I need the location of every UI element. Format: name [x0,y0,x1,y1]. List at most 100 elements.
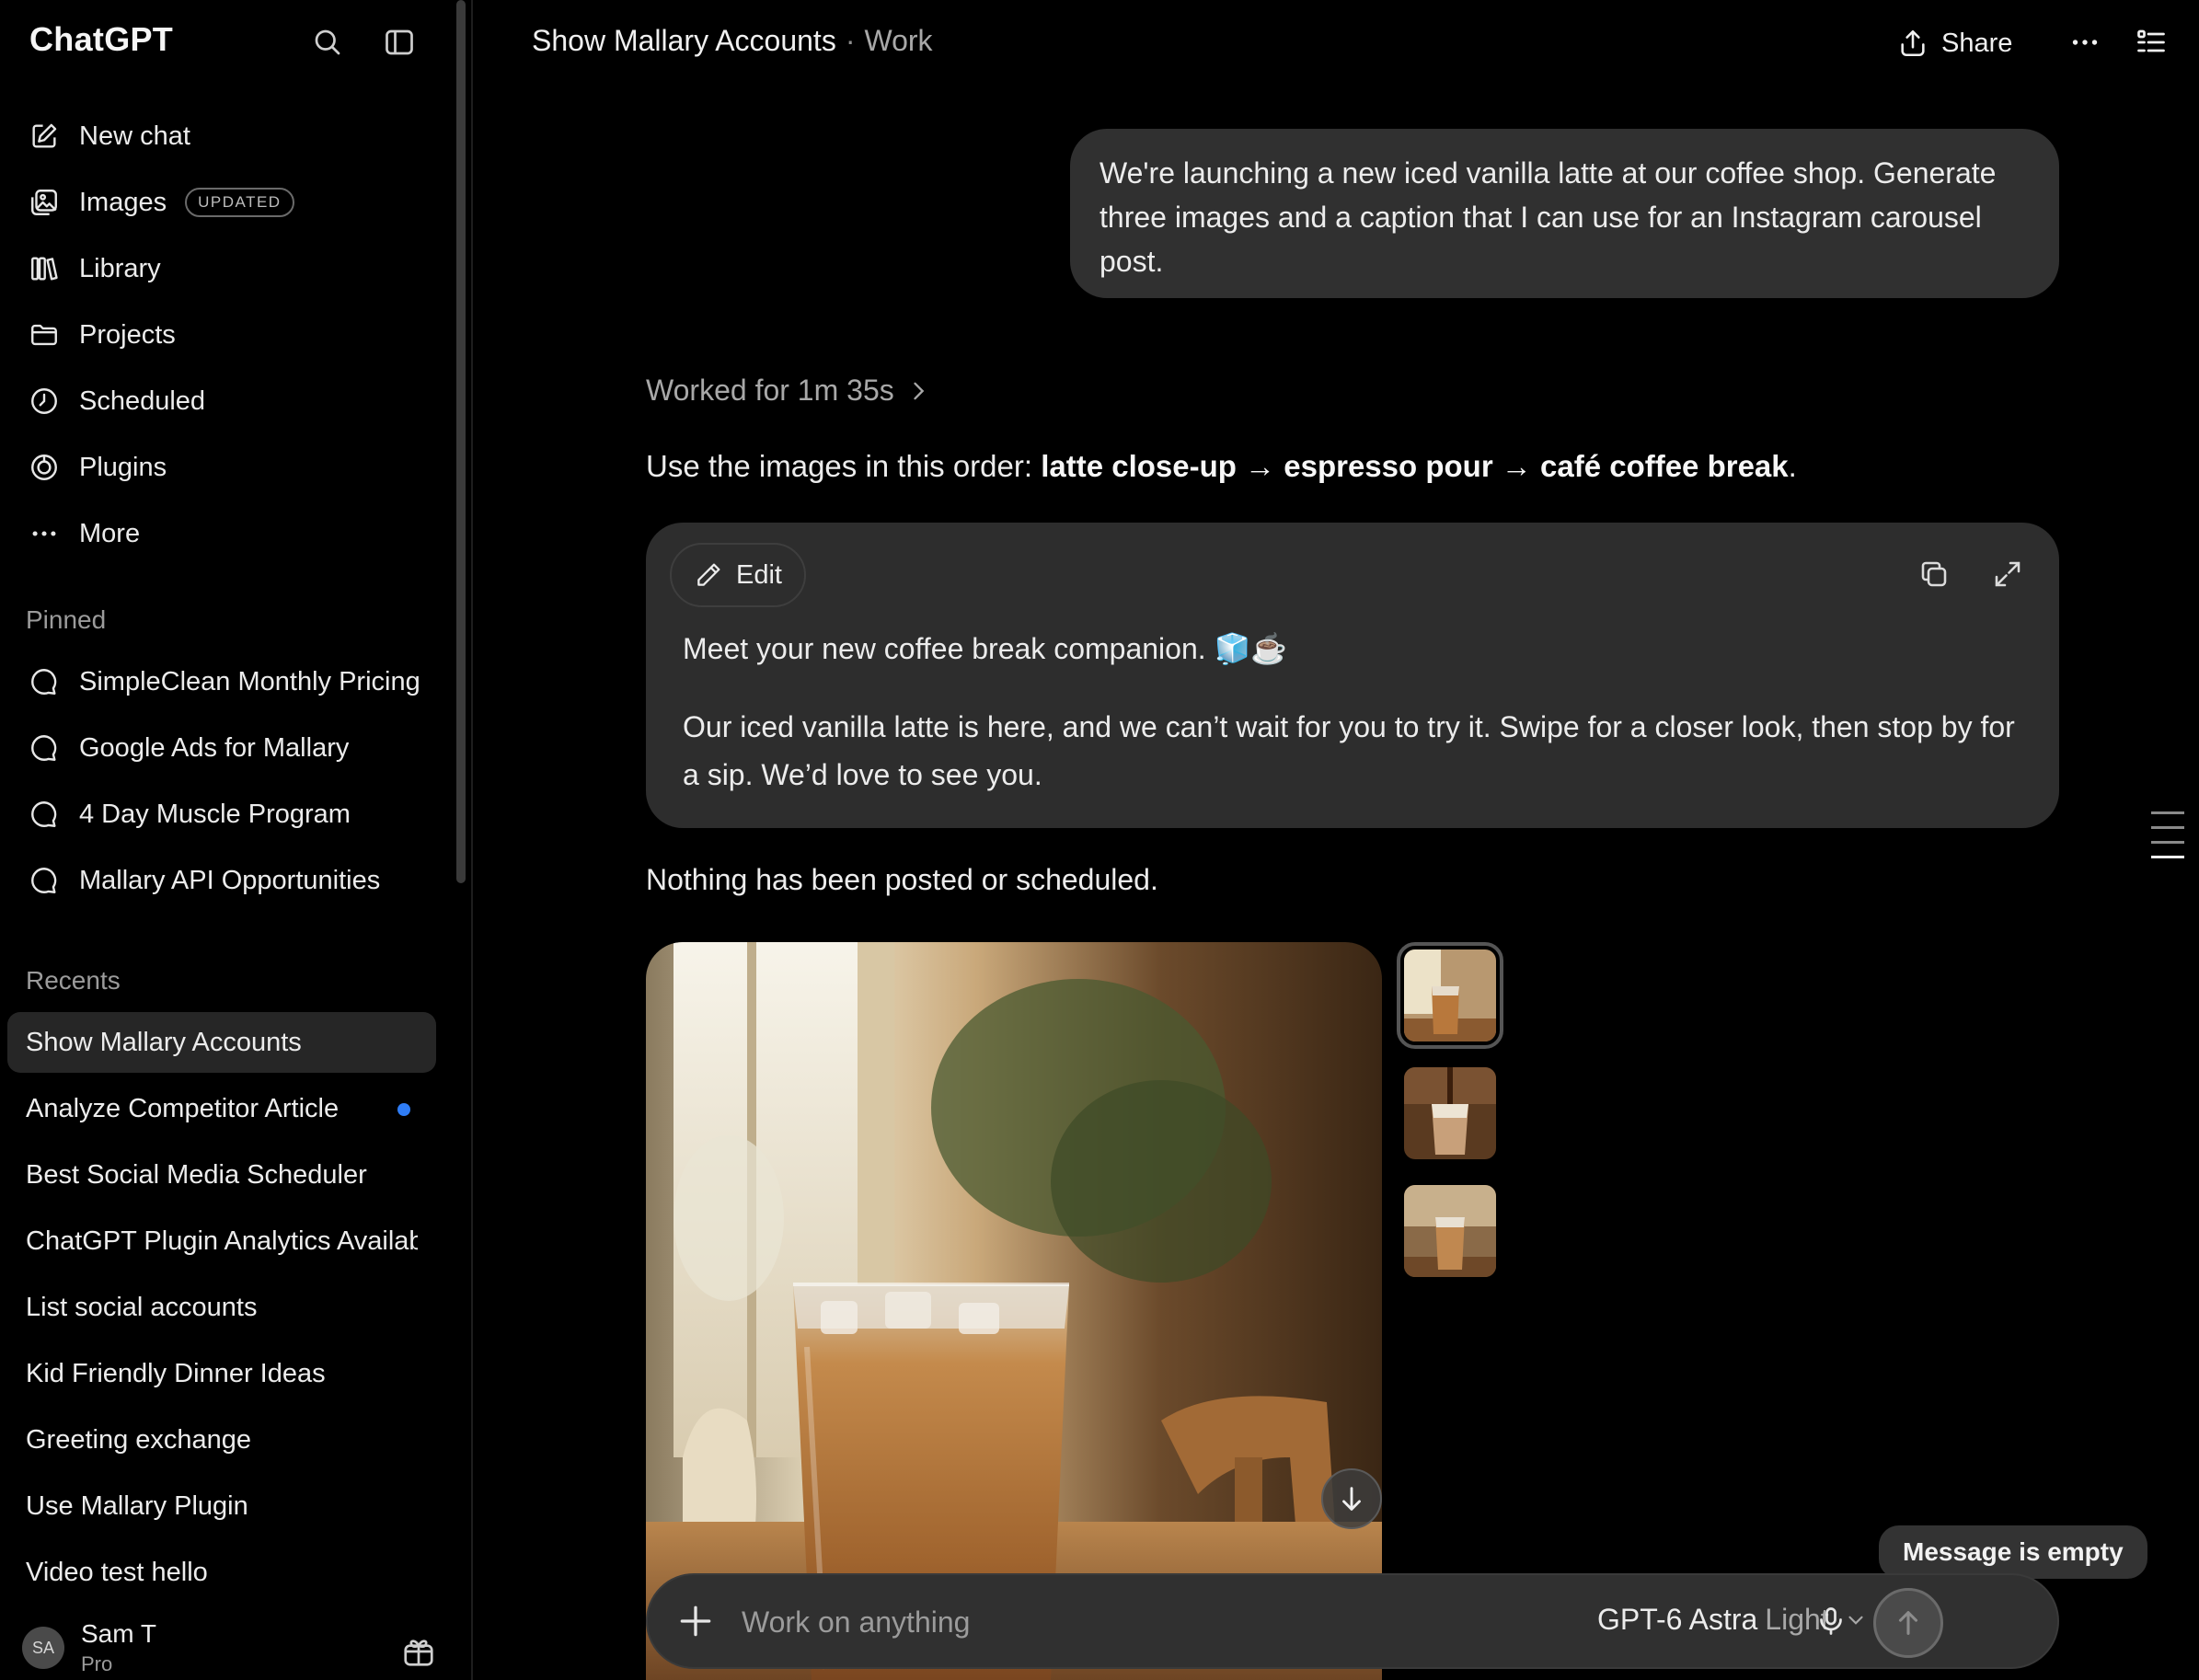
scroll-down-button[interactable] [1321,1468,1382,1529]
recent-chat-item[interactable]: Greeting exchange [7,1410,436,1470]
recent-chat-label: Analyze Competitor Article [26,1093,340,1123]
sidebar-scrollbar[interactable] [456,0,466,883]
outline-list-icon[interactable] [2131,22,2171,63]
edit-label: Edit [736,559,782,590]
recents-heading: Recents [26,966,121,995]
chat-main: Show Mallary Accounts · Work Share We're l… [475,0,2199,1680]
microphone-icon [1820,1607,1842,1635]
add-attachment-button[interactable] [675,1601,716,1641]
avatar: SA [22,1627,64,1669]
chat-bubble-icon [28,731,61,765]
caption-line-2: Our iced vanilla latte is here, and we c… [683,710,2015,791]
recent-chat-item[interactable]: List social accounts [7,1277,436,1338]
instruction-prefix: Use the images in this order: [646,449,1042,483]
sidebar-item-label: Scheduled [79,385,206,416]
recent-chat-item[interactable]: Analyze Competitor Article [7,1078,436,1139]
conversation-title: Show Mallary Accounts [532,24,836,57]
send-button[interactable] [1873,1588,1943,1658]
title-separator: · [845,24,856,57]
updated-badge: UPDATED [185,188,294,217]
post-status-text: Nothing has been posted or scheduled. [646,863,1158,896]
sidebar-toggle-icon[interactable] [381,24,418,61]
user-message-bubble: We're launching a new iced vanilla latte… [1070,129,2059,298]
search-icon[interactable] [309,24,346,61]
sidebar-item-label: Mallary API Opportunities [79,865,381,895]
sidebar-item-label: Library [79,253,161,283]
arrow-down-icon [1342,1487,1361,1511]
image-thumbnail-2[interactable] [1404,1067,1496,1159]
composer: GPT-6 Astra Light [646,1573,2059,1669]
sidebar-item-label: More [79,518,141,548]
arrow-up-icon [1898,1611,1918,1635]
sidebar-item-library[interactable]: Library [7,241,436,296]
image-order: latte close-up → espresso pour → café co… [1041,449,1789,483]
caption-card: Edit Meet your new coffee break companio… [646,523,2059,828]
conversation-minimap[interactable] [2151,811,2188,870]
copy-icon[interactable] [1914,554,1954,594]
pencil-icon [697,563,720,586]
sidebar-item-label: Projects [79,319,176,350]
plugin-icon [28,451,61,484]
sidebar-item-new-chat[interactable]: New chat [7,109,436,164]
edit-button[interactable]: Edit [670,543,806,607]
generated-image-latte[interactable] [646,942,1382,1680]
send-tooltip: Message is empty [1879,1525,2147,1579]
user-profile[interactable]: SA Sam T Pro [22,1619,156,1676]
chat-title[interactable]: Show Mallary Accounts · Work [532,24,933,58]
instruction-suffix: . [1788,449,1797,483]
recent-chat-item[interactable]: Video test hello [7,1542,436,1603]
microphone-button[interactable] [1811,1601,1851,1641]
images-icon [28,186,61,219]
pinned-chat-item[interactable]: Mallary API Opportunities [7,853,436,908]
sidebar-item-more[interactable]: More [7,506,436,561]
thumbnail-latte [1404,949,1496,1041]
user-name: Sam T [81,1619,156,1648]
message-input[interactable] [740,1599,1476,1645]
sidebar-item-scheduled[interactable]: Scheduled [7,374,436,429]
recent-chat-label: Use Mallary Plugin [26,1490,248,1521]
sidebar-item-plugins[interactable]: Plugins [7,440,436,495]
plus-icon [680,1605,711,1637]
sidebar: ChatGPT New chat Images UPDATED Library … [0,0,473,1680]
chat-bubble-icon [28,798,61,831]
thumbnail-espresso-pour [1404,1067,1496,1159]
sidebar-item-images[interactable]: Images UPDATED [7,175,436,230]
recent-chat-item[interactable]: Show Mallary Accounts [7,1012,436,1073]
more-options-icon[interactable] [2065,22,2105,63]
image-thumbnail-1[interactable] [1397,942,1503,1049]
recent-chat-item[interactable]: Use Mallary Plugin [7,1476,436,1536]
share-button[interactable]: Share [1897,20,2012,66]
recent-chat-item[interactable]: Best Social Media Scheduler [7,1145,436,1205]
worked-for-toggle[interactable]: Worked for 1m 35s [646,374,931,408]
sidebar-item-label: Plugins [79,452,167,482]
expand-icon[interactable] [1987,554,2028,594]
edit-icon [28,120,61,153]
brand-logo[interactable]: ChatGPT [29,20,173,59]
chevron-right-icon [914,382,925,399]
gift-icon[interactable] [401,1634,436,1669]
thumbnail-cafe-coffee-break [1404,1185,1496,1277]
unread-indicator [397,1103,410,1116]
pinned-chat-item[interactable]: 4 Day Muscle Program [7,787,436,842]
pinned-chat-item[interactable]: Google Ads for Mallary [7,720,436,776]
minimap-tick[interactable] [2151,841,2184,844]
image-thumbnail-3[interactable] [1404,1185,1496,1277]
user-plan: Pro [81,1652,113,1675]
minimap-tick[interactable] [2151,826,2184,829]
recent-chat-label: Kid Friendly Dinner Ideas [26,1358,326,1388]
minimap-tick-current[interactable] [2151,856,2184,858]
share-label: Share [1941,28,2013,58]
pinned-chat-item[interactable]: SimpleClean Monthly Pricing [7,654,436,709]
pinned-heading: Pinned [26,605,107,634]
recent-chat-item[interactable]: ChatGPT Plugin Analytics Available [7,1211,436,1272]
recent-chat-label: Greeting exchange [26,1424,252,1455]
worked-for-label: Worked for 1m 35s [646,374,894,407]
recent-chat-item[interactable]: Kid Friendly Dinner Ideas [7,1343,436,1404]
minimap-tick[interactable] [2151,811,2184,814]
recent-chat-label: Video test hello [26,1557,208,1587]
folder-icon [28,318,61,351]
recent-chat-label: ChatGPT Plugin Analytics Available [26,1225,418,1256]
sidebar-item-label: SimpleClean Monthly Pricing [79,666,420,696]
sidebar-item-projects[interactable]: Projects [7,307,436,362]
recent-chat-label: Show Mallary Accounts [26,1027,302,1057]
